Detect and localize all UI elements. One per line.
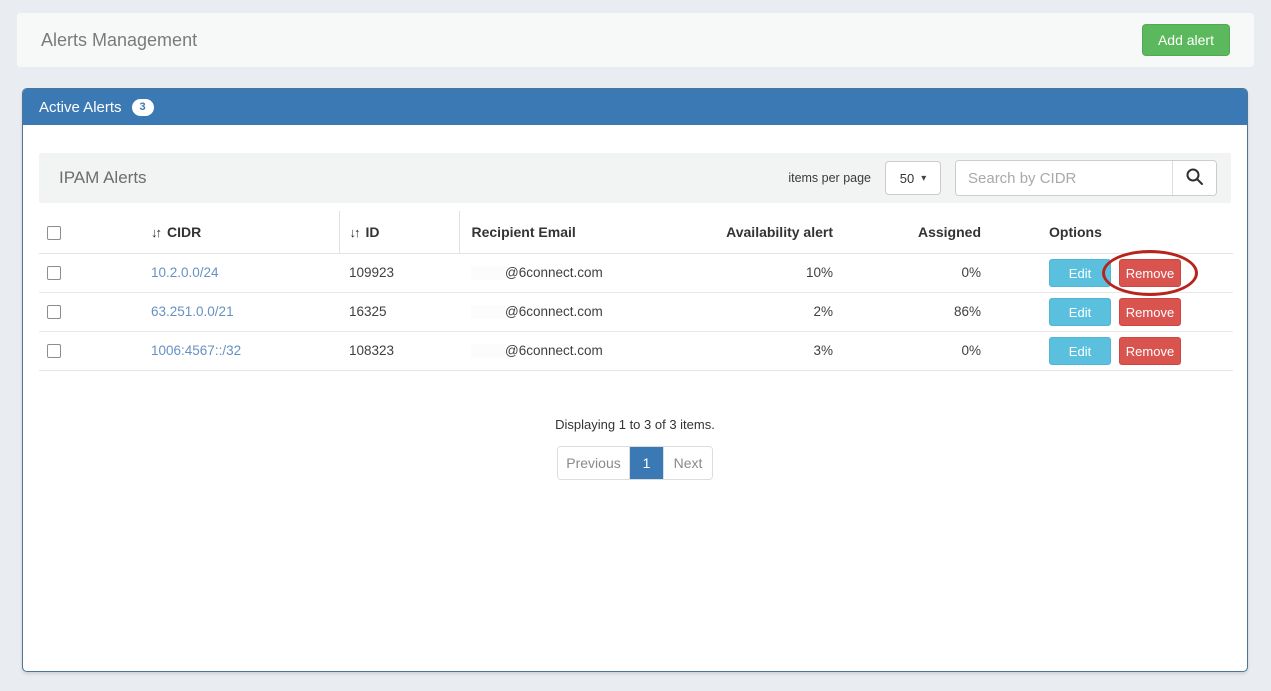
- alerts-table: ↓↑CIDR ↓↑ID Recipient Email Availability…: [39, 211, 1233, 371]
- screen: Alerts Management Add alert Active Alert…: [0, 0, 1271, 691]
- items-per-page-label: items per page: [788, 171, 871, 185]
- column-header-availability: Availability alert: [701, 211, 841, 253]
- pagination: Previous 1 Next: [39, 446, 1231, 480]
- page-title: Alerts Management: [41, 30, 197, 51]
- items-per-page-select[interactable]: 50 ▾: [885, 161, 941, 195]
- row-checkbox[interactable]: [47, 266, 61, 280]
- table-row: 10.2.0.0/24 109923 @6connect.com 10% 0% …: [39, 253, 1233, 292]
- column-header-cidr[interactable]: ↓↑CIDR: [141, 211, 339, 253]
- alert-id: 16325: [339, 292, 459, 331]
- assigned-value: 86%: [841, 292, 989, 331]
- pagination-group: Previous 1 Next: [557, 446, 713, 480]
- active-alerts-panel: Active Alerts 3 IPAM Alerts items per pa…: [22, 88, 1248, 672]
- remove-button[interactable]: Remove: [1119, 337, 1181, 365]
- table-toolbar: IPAM Alerts items per page 50 ▾: [39, 153, 1231, 203]
- panel-body: IPAM Alerts items per page 50 ▾: [23, 125, 1247, 496]
- assigned-value: 0%: [841, 331, 989, 370]
- cidr-link[interactable]: 10.2.0.0/24: [151, 265, 219, 280]
- remove-button[interactable]: Remove: [1119, 298, 1181, 326]
- previous-page-button[interactable]: Previous: [558, 447, 630, 479]
- page-header: Alerts Management Add alert: [16, 12, 1255, 68]
- page-number-button[interactable]: 1: [630, 447, 663, 479]
- availability-value: 10%: [701, 253, 841, 292]
- sort-icon[interactable]: ↓↑: [151, 225, 160, 240]
- items-per-page-value: 50: [900, 171, 914, 186]
- alert-id: 108323: [339, 331, 459, 370]
- recipient-email: @6connect.com: [505, 343, 603, 358]
- cidr-link[interactable]: 63.251.0.0/21: [151, 304, 234, 319]
- row-checkbox[interactable]: [47, 305, 61, 319]
- assigned-value: 0%: [841, 253, 989, 292]
- toolbar-controls: items per page 50 ▾: [788, 160, 1217, 196]
- redacted-email-user: [471, 344, 505, 358]
- search-group: [955, 160, 1217, 196]
- table-header-row: ↓↑CIDR ↓↑ID Recipient Email Availability…: [39, 211, 1233, 253]
- column-header-assigned: Assigned: [841, 211, 989, 253]
- recipient-email: @6connect.com: [505, 265, 603, 280]
- next-page-button[interactable]: Next: [663, 447, 712, 479]
- cidr-link[interactable]: 1006:4567::/32: [151, 343, 241, 358]
- column-header-id[interactable]: ↓↑ID: [339, 211, 459, 253]
- panel-title: Active Alerts: [39, 99, 122, 116]
- chevron-down-icon: ▾: [921, 173, 926, 184]
- redacted-email-user: [471, 266, 505, 280]
- remove-button[interactable]: Remove: [1119, 259, 1181, 287]
- availability-value: 3%: [701, 331, 841, 370]
- sort-icon[interactable]: ↓↑: [350, 225, 359, 240]
- select-all-checkbox[interactable]: [47, 226, 61, 240]
- search-input[interactable]: [956, 161, 1172, 195]
- search-button[interactable]: [1172, 161, 1216, 195]
- table-row: 63.251.0.0/21 16325 @6connect.com 2% 86%…: [39, 292, 1233, 331]
- table-title: IPAM Alerts: [59, 168, 147, 188]
- table-row: 1006:4567::/32 108323 @6connect.com 3% 0…: [39, 331, 1233, 370]
- results-summary: Displaying 1 to 3 of 3 items.: [39, 417, 1231, 432]
- panel-header: Active Alerts 3: [23, 89, 1247, 125]
- search-icon: [1185, 167, 1204, 189]
- edit-button[interactable]: Edit: [1049, 298, 1111, 326]
- row-checkbox[interactable]: [47, 344, 61, 358]
- alert-id: 109923: [339, 253, 459, 292]
- edit-button[interactable]: Edit: [1049, 259, 1111, 287]
- column-header-email: Recipient Email: [459, 211, 701, 253]
- edit-button[interactable]: Edit: [1049, 337, 1111, 365]
- column-header-options: Options: [989, 211, 1233, 253]
- count-badge: 3: [132, 99, 154, 116]
- redacted-email-user: [471, 305, 505, 319]
- add-alert-button[interactable]: Add alert: [1142, 24, 1230, 56]
- recipient-email: @6connect.com: [505, 304, 603, 319]
- availability-value: 2%: [701, 292, 841, 331]
